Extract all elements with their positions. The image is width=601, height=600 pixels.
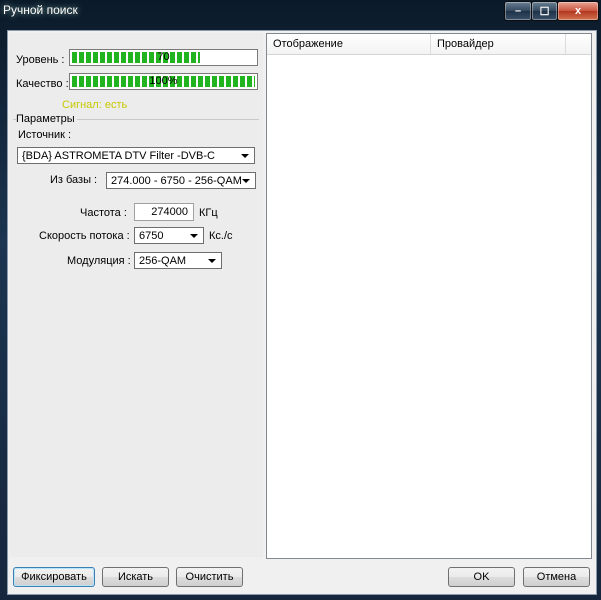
quality-bar-text: 100% bbox=[149, 75, 178, 87]
db-select[interactable]: 274.000 - 6750 - 256-QAM bbox=[106, 172, 256, 189]
column-display-label: Отображение bbox=[273, 38, 343, 50]
search-button[interactable]: Искать bbox=[102, 567, 169, 587]
mod-select[interactable]: 256-QAM bbox=[134, 252, 222, 269]
rate-unit: Кс./с bbox=[209, 230, 233, 242]
chevron-down-icon bbox=[241, 154, 249, 158]
fix-button[interactable]: Фиксировать bbox=[13, 567, 95, 587]
column-provider-label: Провайдер bbox=[437, 38, 494, 50]
level-label: Уровень : bbox=[16, 54, 65, 66]
title-bar[interactable]: Ручной поиск – ☐ x bbox=[0, 0, 601, 22]
left-panel: Уровень : 70 Качество : 100% Сигнал: ест… bbox=[10, 33, 263, 557]
freq-label: Частота : bbox=[80, 207, 127, 219]
rate-select[interactable]: 6750 bbox=[134, 227, 204, 244]
window-title: Ручной поиск bbox=[3, 3, 78, 17]
mod-select-value: 256-QAM bbox=[139, 255, 187, 267]
close-icon: x bbox=[574, 5, 582, 17]
chevron-down-icon bbox=[242, 179, 250, 183]
chevron-down-icon bbox=[208, 259, 216, 263]
freq-unit: КГц bbox=[199, 207, 218, 219]
channel-list[interactable]: Отображение Провайдер bbox=[266, 33, 592, 559]
quality-label: Качество : bbox=[16, 78, 69, 90]
close-button[interactable]: x bbox=[557, 1, 599, 21]
dialog-client: Уровень : 70 Качество : 100% Сигнал: ест… bbox=[7, 30, 597, 595]
chevron-down-icon bbox=[190, 234, 198, 238]
source-select[interactable]: {BDA} ASTROMETA DTV Filter -DVB-C bbox=[17, 147, 255, 164]
mod-label: Модуляция : bbox=[67, 255, 131, 267]
rate-select-value: 6750 bbox=[139, 230, 164, 242]
source-select-value: {BDA} ASTROMETA DTV Filter -DVB-C bbox=[22, 150, 215, 162]
minimize-icon: – bbox=[514, 5, 522, 17]
ok-button[interactable]: OK bbox=[448, 567, 515, 587]
level-bar: 70 bbox=[69, 49, 258, 66]
maximize-button[interactable]: ☐ bbox=[531, 1, 558, 21]
minimize-button[interactable]: – bbox=[504, 1, 532, 21]
quality-bar: 100% bbox=[69, 73, 258, 90]
source-label: Источник : bbox=[18, 129, 72, 141]
cancel-button[interactable]: Отмена bbox=[523, 567, 590, 587]
freq-input-value: 274000 bbox=[151, 206, 188, 218]
maximize-icon: ☐ bbox=[539, 5, 550, 18]
list-header: Отображение Провайдер bbox=[267, 34, 591, 55]
level-bar-text: 70 bbox=[157, 51, 170, 63]
rate-label: Скорость потока : bbox=[39, 230, 130, 242]
params-group-title: Параметры bbox=[16, 113, 77, 125]
clear-button[interactable]: Очистить bbox=[176, 567, 243, 587]
freq-input[interactable]: 274000 bbox=[134, 203, 194, 221]
db-label: Из базы : bbox=[50, 174, 98, 186]
db-select-value: 274.000 - 6750 - 256-QAM bbox=[111, 175, 242, 187]
signal-status: Сигнал: есть bbox=[62, 99, 128, 111]
column-provider[interactable]: Провайдер bbox=[431, 34, 566, 54]
dialog-window: Ручной поиск – ☐ x Уровень : 70 Качество… bbox=[0, 0, 601, 600]
column-display[interactable]: Отображение bbox=[267, 34, 431, 54]
